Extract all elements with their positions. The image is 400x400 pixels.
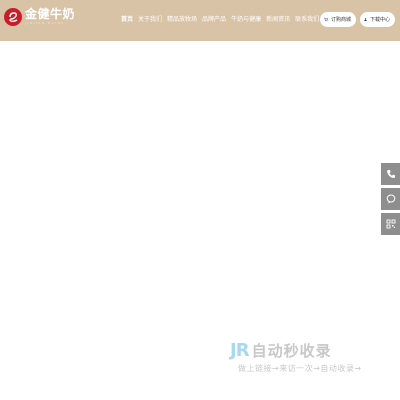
watermark-mark: JR bbox=[230, 340, 250, 361]
nav-home[interactable]: 首页 bbox=[121, 15, 133, 25]
watermark: JR 自动秒收录 做上链接→来访一次→自动收录→ bbox=[230, 340, 380, 380]
download-label: 下载中心 bbox=[369, 17, 390, 23]
site-header: 金健牛奶 JINJIAN DAIRY 首页 关于我们 精品放牧场 品牌产品 牛奶… bbox=[0, 0, 400, 41]
watermark-tagline: 做上链接→来访一次→自动收录→ bbox=[238, 364, 362, 373]
nav-ranch[interactable]: 精品放牧场 bbox=[167, 15, 197, 25]
brand-subtitle: JINJIAN DAIRY bbox=[25, 21, 65, 25]
nav-health[interactable]: 牛奶与健康 bbox=[231, 15, 261, 25]
brand-logo[interactable]: 金健牛奶 JINJIAN DAIRY bbox=[4, 8, 75, 26]
sidebar-message-button[interactable] bbox=[381, 188, 400, 210]
download-center-button[interactable]: 下载中心 bbox=[360, 12, 395, 27]
nav-about[interactable]: 关于我们 bbox=[138, 15, 162, 25]
user-icon bbox=[364, 18, 367, 21]
watermark-name: 自动秒收录 bbox=[251, 342, 332, 360]
main-nav: 首页 关于我们 精品放牧场 品牌产品 牛奶与健康 新闻资讯 联系我们 bbox=[121, 15, 324, 25]
sidebar-phone-button[interactable] bbox=[381, 163, 400, 185]
sidebar-qrcode-button[interactable] bbox=[381, 213, 400, 235]
nav-news[interactable]: 新闻资讯 bbox=[266, 15, 290, 25]
nav-contact[interactable]: 联系我们 bbox=[295, 15, 319, 25]
qrcode-icon bbox=[386, 219, 395, 229]
shop-label: 订购商城 bbox=[330, 17, 351, 23]
nav-products[interactable]: 品牌产品 bbox=[202, 15, 226, 25]
cart-icon bbox=[324, 17, 328, 22]
shop-button[interactable]: 订购商城 bbox=[320, 12, 356, 27]
logo-emblem-icon bbox=[4, 8, 22, 26]
brand-name: 金健牛奶 bbox=[25, 7, 76, 21]
phone-icon bbox=[386, 170, 395, 178]
message-icon bbox=[386, 194, 395, 204]
